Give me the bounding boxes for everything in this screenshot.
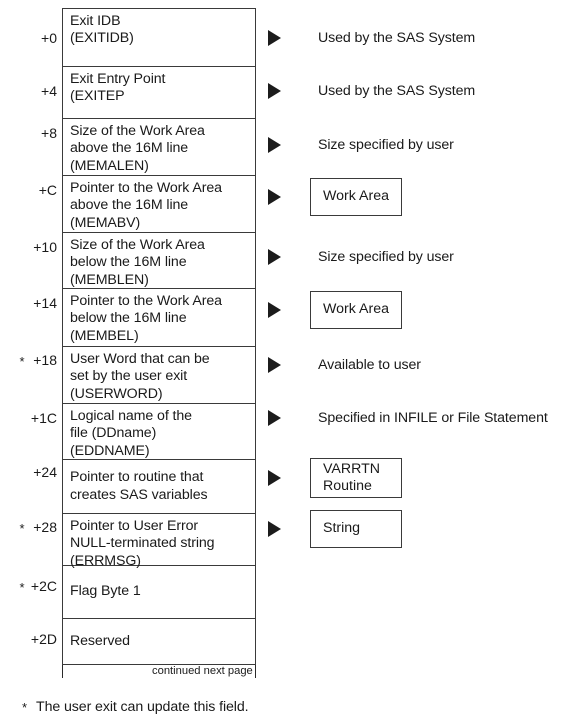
annotation-box-3: Work Area bbox=[310, 178, 402, 216]
arrow-marker-icon-3 bbox=[268, 189, 281, 205]
offset-label-10: +2C bbox=[30, 578, 57, 594]
field-line: below the 16M line bbox=[70, 254, 187, 271]
annotation-text-2: Size specified by user bbox=[318, 137, 454, 153]
field-line: (MEMBLEN) bbox=[70, 271, 149, 288]
field-line: Pointer to routine that bbox=[70, 469, 204, 486]
footnote: * The user exit can update this field. bbox=[22, 698, 249, 717]
field-line: below the 16M line bbox=[70, 310, 187, 327]
annotation-box-label: Routine bbox=[323, 478, 372, 494]
field-line: Size of the Work Area bbox=[70, 237, 205, 253]
field-line: Exit IDB bbox=[70, 13, 121, 29]
table-row: Logical name of the file (DDname) (EDDNA… bbox=[63, 404, 255, 460]
arrow-marker-icon-8 bbox=[268, 470, 281, 486]
arrow-marker-icon-1 bbox=[268, 83, 281, 99]
annotation-box-label: String bbox=[323, 520, 361, 537]
arrow-marker-icon-6 bbox=[268, 357, 281, 373]
arrow-marker-icon-5 bbox=[268, 302, 281, 318]
field-line: (EDDNAME) bbox=[70, 442, 150, 459]
control-block-table: Exit IDB (EXITIDB) Exit Entry Point (EXI… bbox=[62, 8, 256, 665]
field-line: (USERWORD) bbox=[70, 385, 163, 402]
arrow-marker-icon-4 bbox=[268, 249, 281, 265]
continuation-tick-left bbox=[62, 665, 63, 678]
arrow-marker-icon-2 bbox=[268, 137, 281, 153]
field-line: above the 16M line bbox=[70, 140, 189, 157]
field-line: (MEMBEL) bbox=[70, 327, 139, 344]
table-row: User Word that can be set by the user ex… bbox=[63, 347, 255, 404]
field-line: Pointer to the Work Area bbox=[70, 180, 222, 196]
annotation-box-label: Work Area bbox=[323, 188, 389, 205]
table-row: Size of the Work Area above the 16M line… bbox=[63, 119, 255, 176]
field-line: (MEMABV) bbox=[70, 214, 141, 231]
arrow-marker-icon-9 bbox=[268, 521, 281, 537]
offset-label-3: +C bbox=[38, 182, 57, 198]
field-line: (MEMALEN) bbox=[70, 157, 149, 174]
annotation-box-5: Work Area bbox=[310, 291, 402, 329]
field-line: Reserved bbox=[70, 632, 130, 649]
annotation-text-4: Size specified by user bbox=[318, 249, 454, 265]
continued-next-page-label: continued next page bbox=[152, 665, 253, 677]
annotation-text-1: Used by the SAS System bbox=[318, 83, 476, 99]
offset-label-1: +4 bbox=[41, 83, 57, 99]
table-row: Pointer to the Work Area below the 16M l… bbox=[63, 289, 255, 347]
offset-label-column: +0 +4 +8 +C +10 +14 * +18 +1C +24 * +28 … bbox=[0, 0, 57, 725]
annotation-box-9: String bbox=[310, 510, 402, 548]
offset-label-4: +10 bbox=[33, 239, 57, 255]
field-line: Size of the Work Area bbox=[70, 123, 205, 139]
offset-label-8: +24 bbox=[33, 464, 57, 480]
offset-label-6: +18 bbox=[33, 352, 57, 368]
annotation-box-label: Work Area bbox=[323, 301, 389, 318]
field-line: set by the user exit bbox=[70, 368, 188, 385]
table-row: Flag Byte 1 bbox=[63, 566, 255, 619]
field-line: User Word that can be bbox=[70, 351, 210, 367]
offset-label-0: +0 bbox=[41, 30, 57, 46]
field-line: (EXITEP bbox=[70, 88, 125, 105]
footnote-star-marker: * bbox=[22, 700, 28, 715]
continuation-tick-right bbox=[255, 665, 256, 678]
table-row: Pointer to routine that creates SAS vari… bbox=[63, 460, 255, 514]
table-row: Reserved bbox=[63, 619, 255, 664]
offset-label-2: +8 bbox=[41, 125, 57, 141]
annotation-text-7: Specified in INFILE or File Statement bbox=[318, 410, 548, 426]
table-row: Size of the Work Area below the 16M line… bbox=[63, 233, 255, 289]
arrow-marker-icon-7 bbox=[268, 410, 281, 426]
field-line: Flag Byte 1 bbox=[70, 583, 141, 600]
field-line: creates SAS variables bbox=[70, 486, 208, 503]
field-line: file (DDname) bbox=[70, 425, 157, 442]
annotation-box-label: VARRTN bbox=[323, 460, 381, 477]
field-line: Exit Entry Point bbox=[70, 71, 166, 87]
footnote-text: The user exit can update this field. bbox=[36, 699, 249, 715]
offset-label-5: +14 bbox=[33, 295, 57, 311]
structure-diagram: +0 +4 +8 +C +10 +14 * +18 +1C +24 * +28 … bbox=[0, 0, 583, 725]
annotation-text-0: Used by the SAS System bbox=[318, 30, 476, 46]
offset-label-11: +2D bbox=[30, 631, 57, 647]
annotation-box-8: VARRTN Routine bbox=[310, 458, 402, 498]
annotation-text-6: Available to user bbox=[318, 357, 421, 373]
table-row: Pointer to the Work Area above the 16M l… bbox=[63, 176, 255, 233]
field-line: Pointer to User Error bbox=[70, 518, 198, 534]
table-row: Exit Entry Point (EXITEP bbox=[63, 67, 255, 119]
field-line: Pointer to the Work Area bbox=[70, 293, 222, 309]
field-line: (EXITIDB) bbox=[70, 30, 134, 47]
table-row: Pointer to User Error NULL-terminated st… bbox=[63, 514, 255, 569]
offset-label-7: +1C bbox=[30, 410, 57, 426]
table-row: Exit IDB (EXITIDB) bbox=[63, 9, 255, 67]
arrow-marker-icon-0 bbox=[268, 30, 281, 46]
field-line: NULL-terminated string bbox=[70, 535, 215, 552]
offset-label-9: +28 bbox=[33, 519, 57, 535]
field-line: Logical name of the bbox=[70, 408, 192, 424]
field-line: above the 16M line bbox=[70, 197, 189, 214]
